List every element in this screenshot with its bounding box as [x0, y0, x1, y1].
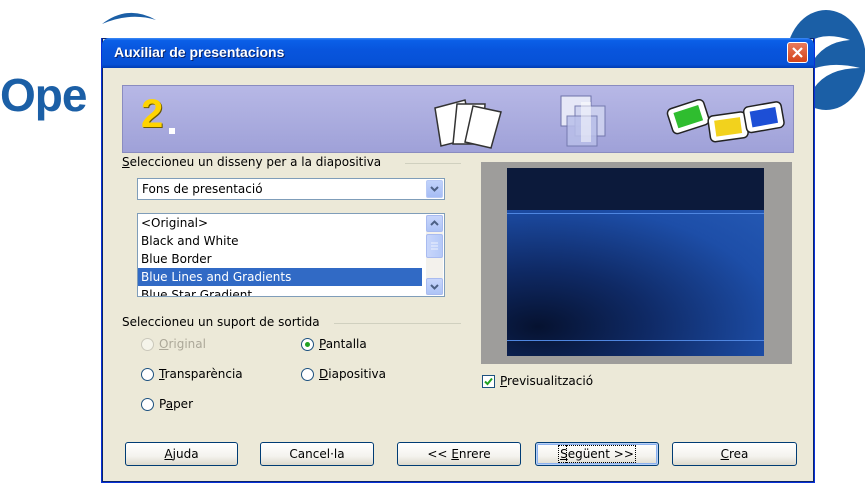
app-logo-text: Ope	[0, 69, 87, 121]
radio-label: Original	[159, 337, 206, 351]
radio-label: Pantalla	[319, 337, 367, 351]
background-type-combobox[interactable]: Fons de presentació	[137, 178, 445, 200]
next-button[interactable]: Següent >>	[535, 442, 659, 466]
checkbox-box	[482, 375, 495, 388]
slide-preview-body	[507, 210, 764, 356]
output-group-label: Seleccioneu un suport de sortida	[122, 315, 320, 329]
window-title: Auxiliar de presentacions	[114, 44, 285, 60]
close-icon	[792, 47, 803, 58]
step-number: 2	[141, 92, 164, 136]
list-item-selected[interactable]: Blue Lines and Gradients	[138, 268, 422, 286]
slide-accent-line	[507, 340, 764, 341]
radio-label: Paper	[159, 397, 193, 411]
list-item[interactable]: <Original>	[138, 214, 422, 232]
radio-circle	[301, 368, 314, 381]
radio-label: Diapositiva	[319, 367, 386, 381]
back-button[interactable]: << Enrere	[397, 442, 521, 466]
radio-circle	[141, 398, 154, 411]
close-button[interactable]	[787, 42, 808, 63]
scroll-up-button[interactable]	[426, 215, 443, 232]
logo-swoosh-icon	[102, 12, 156, 24]
list-item[interactable]: Black and White	[138, 232, 422, 250]
title-bar[interactable]: Auxiliar de presentacions	[102, 38, 814, 68]
scroll-thumb[interactable]	[426, 234, 443, 258]
color-slides-icon	[666, 98, 785, 143]
list-item[interactable]: Blue Star Gradient	[138, 286, 422, 296]
listbox-scrollbar[interactable]	[426, 215, 443, 295]
slide-accent-line	[507, 213, 764, 214]
chevron-up-icon	[430, 220, 439, 226]
checkmark-icon	[484, 377, 493, 386]
design-group-label: Seleccioneu un disseny per a la diaposit…	[122, 155, 382, 169]
list-item[interactable]: Blue Border	[138, 250, 422, 268]
chevron-down-icon	[430, 186, 439, 192]
radio-circle	[141, 338, 154, 351]
radio-circle	[141, 368, 154, 381]
scroll-down-button[interactable]	[426, 278, 443, 295]
grip-icon	[431, 242, 438, 250]
checkbox-label: Previsualització	[500, 374, 594, 388]
presentation-wizard-dialog: Auxiliar de presentacions 2 Seleccioneu …	[101, 38, 815, 483]
design-listbox[interactable]: <Original> Black and White Blue Border B…	[137, 213, 445, 297]
radio-checked-dot	[305, 342, 310, 347]
blank-pages-icon	[434, 99, 502, 149]
overlapping-slides-icon	[560, 95, 606, 147]
step-dot	[169, 128, 175, 134]
combobox-value: Fons de presentació	[142, 182, 263, 196]
help-button[interactable]: Ajuda	[125, 442, 238, 466]
cancel-button[interactable]: Cancel·la	[260, 442, 374, 466]
wizard-banner: 2	[122, 85, 794, 153]
create-button[interactable]: Crea	[672, 442, 797, 466]
slide-preview-frame	[481, 162, 792, 364]
chevron-down-icon	[430, 284, 439, 290]
combobox-dropdown-button[interactable]	[426, 180, 443, 198]
slide-preview	[507, 168, 764, 356]
group-divider	[334, 323, 461, 324]
radio-label: Transparència	[159, 367, 243, 381]
group-divider	[405, 163, 461, 164]
radio-circle	[301, 338, 314, 351]
